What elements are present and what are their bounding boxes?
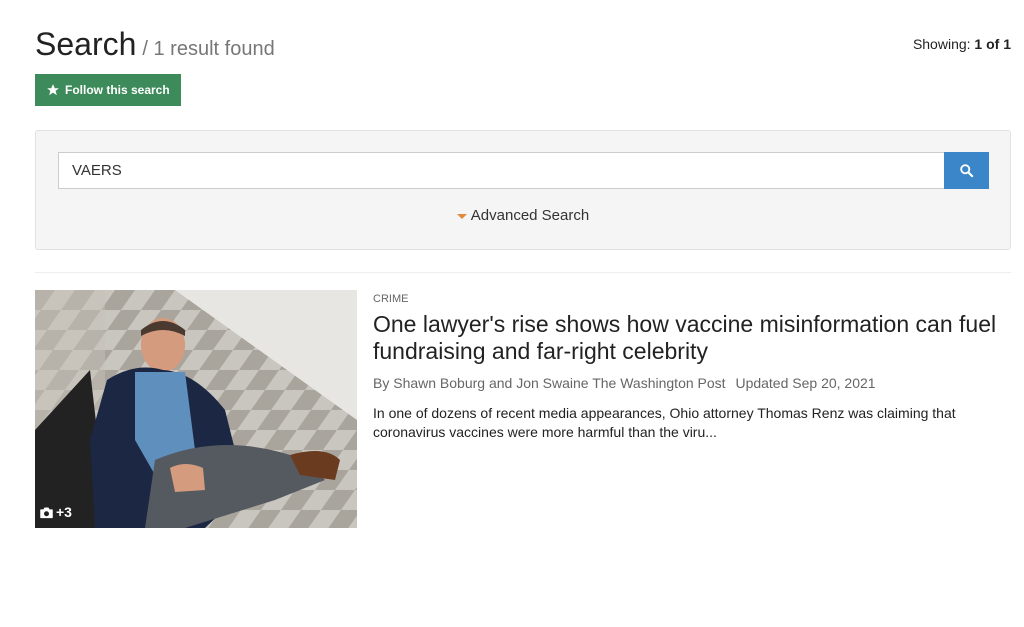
result-updated-date: Updated Sep 20, 2021 — [735, 375, 876, 391]
page-title: Search/ 1 result found — [35, 24, 275, 69]
caret-down-icon — [456, 213, 467, 219]
divider — [35, 272, 1011, 273]
showing-label: Showing: — [912, 36, 971, 52]
search-button[interactable] — [944, 152, 989, 189]
advanced-search-label: Advanced Search — [470, 207, 590, 224]
follow-search-button[interactable]: Follow this search — [35, 74, 181, 106]
result-photo — [35, 290, 357, 528]
result-headline[interactable]: One lawyer's rise shows how vaccine misi… — [373, 311, 1011, 365]
search-input[interactable] — [58, 152, 944, 189]
advanced-search-toggle[interactable]: Advanced Search — [36, 207, 1010, 224]
result-byline: By Shawn Boburg and Jon Swaine The Washi… — [373, 375, 1011, 391]
result-summary: In one of dozens of recent media appeara… — [373, 405, 956, 440]
result-author: By Shawn Boburg and Jon Swaine The Washi… — [373, 375, 726, 391]
follow-search-label: Follow this search — [65, 83, 170, 97]
showing-value: 1 of 1 — [974, 36, 1011, 52]
search-result-card: +3 CRIME One lawyer's rise shows how vac… — [35, 290, 1011, 530]
page-title-text: Search — [35, 26, 137, 62]
search-row — [58, 152, 989, 189]
photo-count-badge: +3 — [39, 504, 72, 520]
camera-icon — [40, 507, 53, 518]
star-icon — [47, 84, 59, 96]
result-section-label[interactable]: CRIME — [373, 293, 1011, 305]
result-count: / 1 result found — [142, 38, 275, 60]
search-header: Search/ 1 result found Showing: 1 of 1 — [35, 24, 1011, 64]
search-panel: Advanced Search — [35, 130, 1011, 250]
result-text: CRIME One lawyer's rise shows how vaccin… — [373, 290, 1011, 442]
search-icon — [960, 164, 974, 178]
result-thumbnail[interactable]: +3 — [35, 290, 357, 528]
pagination-status: Showing: 1 of 1 — [913, 36, 1011, 52]
photo-count: +3 — [56, 504, 72, 520]
